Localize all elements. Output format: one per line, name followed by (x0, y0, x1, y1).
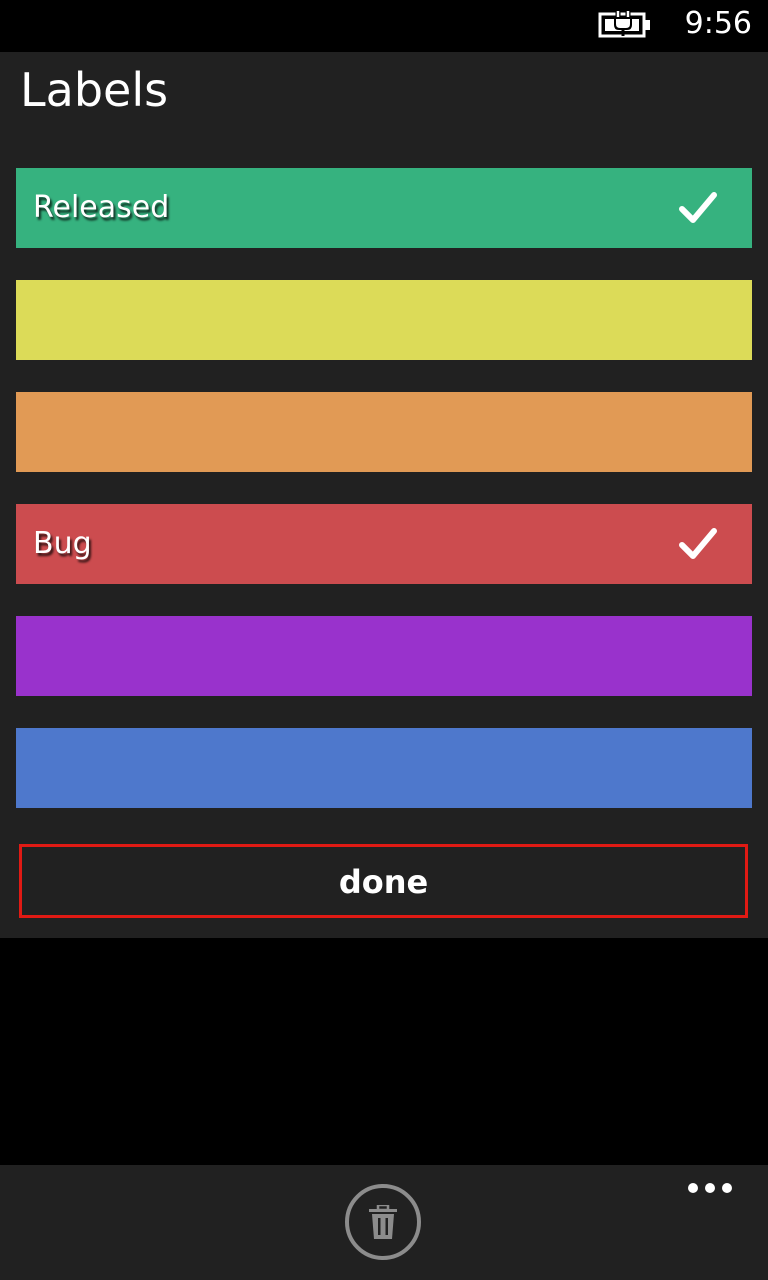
delete-button[interactable] (345, 1184, 421, 1260)
label-row-purple[interactable] (16, 616, 752, 696)
app-bar (0, 1165, 768, 1280)
label-row-green[interactable]: Released (16, 168, 752, 248)
label-text: Released (33, 190, 170, 225)
clock: 9:56 (684, 6, 752, 41)
done-button[interactable]: done (19, 844, 748, 918)
battery-charging-icon (598, 11, 650, 38)
label-row-orange[interactable] (16, 392, 752, 472)
status-bar: 9:56 (0, 0, 768, 52)
checkmark-icon (679, 192, 717, 223)
label-row-red[interactable]: Bug (16, 504, 752, 584)
label-row-blue[interactable] (16, 728, 752, 808)
page-title: Labels (20, 63, 169, 117)
checkmark-icon (679, 528, 717, 559)
more-options-button[interactable] (680, 1175, 740, 1205)
labels-panel: Labels Released Bug done (0, 52, 768, 938)
label-row-yellow[interactable] (16, 280, 752, 360)
label-text: Bug (33, 526, 92, 561)
ellipsis-icon (688, 1183, 732, 1193)
trash-icon (369, 1205, 397, 1239)
